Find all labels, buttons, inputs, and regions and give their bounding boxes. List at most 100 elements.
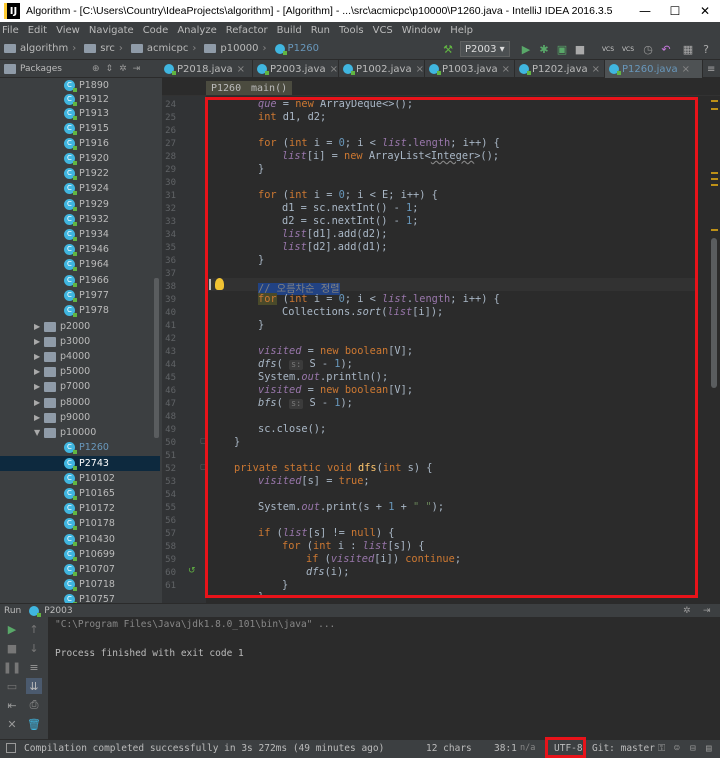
- build-hammer-icon[interactable]: ⚒: [440, 40, 456, 58]
- status-message[interactable]: Compilation completed successfully in 3s…: [24, 743, 384, 754]
- status-git-branch[interactable]: Git: master: [592, 743, 655, 754]
- breadcrumb-acmicpc[interactable]: acmicpc: [130, 43, 188, 54]
- editor-breadcrumb-class[interactable]: P1260: [206, 81, 247, 95]
- tab-p1202[interactable]: P1202.java ×: [515, 60, 605, 78]
- tab-p2018[interactable]: P2018.java ×: [160, 60, 253, 78]
- tree-class-item[interactable]: C P1915: [64, 121, 109, 136]
- run-settings-gear-icon[interactable]: ✲: [683, 606, 691, 616]
- tree-class-item[interactable]: C P1913: [64, 106, 109, 121]
- revert-icon[interactable]: ↶: [658, 40, 674, 58]
- run-config-select[interactable]: P2003 ▾: [460, 41, 510, 57]
- tree-class-item[interactable]: C P10757: [64, 592, 115, 603]
- lock-icon[interactable]: ⚿: [658, 743, 665, 754]
- event-log-icon[interactable]: ⊟: [690, 743, 696, 754]
- tree-package-item[interactable]: ▶ p5000: [34, 364, 90, 379]
- tree-class-item[interactable]: C P10718: [64, 577, 115, 592]
- tree-class-item[interactable]: C P1977: [64, 288, 109, 303]
- console-output[interactable]: [48, 617, 720, 739]
- coverage-icon[interactable]: ▣: [554, 40, 570, 58]
- soft-wrap-icon[interactable]: ≡: [26, 659, 42, 675]
- vcs-update-icon[interactable]: VCS: [598, 40, 618, 58]
- tab-p1003[interactable]: P1003.java ×: [425, 60, 515, 78]
- tool-windows-icon[interactable]: [6, 743, 16, 753]
- breadcrumb-p10000[interactable]: p10000: [204, 43, 259, 54]
- close-tab-icon[interactable]: ×: [502, 64, 510, 75]
- print-icon[interactable]: ⎙: [26, 697, 42, 713]
- tree-package-item[interactable]: ▶ p3000: [34, 334, 90, 349]
- close-tab-icon[interactable]: ×: [330, 64, 338, 75]
- pause-icon[interactable]: ❚❚: [3, 659, 21, 675]
- collapse-arrow-icon[interactable]: ▼: [34, 428, 44, 437]
- minimize-button[interactable]: —: [630, 0, 660, 22]
- scroll-to-end-icon[interactable]: ⇊: [26, 678, 42, 694]
- scroll-down-icon[interactable]: ↓: [26, 640, 42, 656]
- close-button[interactable]: ✕: [690, 0, 720, 22]
- editor-scrollbar[interactable]: [711, 238, 717, 388]
- maximize-button[interactable]: ☐: [660, 0, 690, 22]
- sync-icon[interactable]: ⊕: [92, 64, 100, 74]
- error-stripe-marker[interactable]: [711, 108, 718, 110]
- hide-icon[interactable]: ⇥: [133, 64, 141, 74]
- tree-package-item[interactable]: ▼ p10000: [34, 425, 96, 440]
- tree-class-item-current[interactable]: C P1260: [64, 440, 109, 455]
- error-stripe-marker[interactable]: [711, 178, 718, 180]
- project-scrollbar[interactable]: [154, 278, 159, 438]
- menu-file[interactable]: File: [2, 25, 19, 36]
- tab-p1260[interactable]: P1260.java ×: [605, 60, 703, 78]
- menu-analyze[interactable]: Analyze: [177, 25, 216, 36]
- run-hide-icon[interactable]: ⇥: [703, 606, 711, 616]
- close-run-icon[interactable]: ✕: [4, 716, 20, 732]
- expand-arrow-icon[interactable]: ▶: [34, 382, 44, 391]
- expand-arrow-icon[interactable]: ▶: [34, 337, 44, 346]
- close-tab-icon[interactable]: ×: [416, 64, 424, 75]
- tree-class-item[interactable]: C P1946: [64, 242, 109, 257]
- tree-class-item[interactable]: C P1929: [64, 197, 109, 212]
- history-icon[interactable]: ◷: [640, 40, 656, 58]
- menu-refactor[interactable]: Refactor: [226, 25, 268, 36]
- tree-package-item[interactable]: ▶ p2000: [34, 319, 90, 334]
- tree-package-item[interactable]: ▶ p8000: [34, 395, 90, 410]
- tree-class-item[interactable]: C P1932: [64, 212, 109, 227]
- menu-navigate[interactable]: Navigate: [89, 25, 134, 36]
- stop-icon[interactable]: ■: [572, 40, 588, 58]
- tree-package-item[interactable]: ▶ p4000: [34, 349, 90, 364]
- run-panel-config[interactable]: P2003: [44, 606, 72, 616]
- tree-class-item[interactable]: C P10102: [64, 471, 115, 486]
- expand-arrow-icon[interactable]: ▶: [34, 398, 44, 407]
- error-stripe-marker[interactable]: [711, 229, 718, 231]
- menu-vcs[interactable]: VCS: [373, 25, 393, 36]
- editor-breadcrumb-method[interactable]: main(): [246, 81, 293, 95]
- tree-class-item[interactable]: C P10430: [64, 532, 115, 547]
- tree-class-item[interactable]: C P10172: [64, 501, 115, 516]
- scroll-up-icon[interactable]: ↑: [26, 621, 42, 637]
- tree-class-item[interactable]: C P10165: [64, 486, 115, 501]
- expand-arrow-icon[interactable]: ▶: [34, 352, 44, 361]
- expand-arrow-icon[interactable]: ▶: [34, 413, 44, 422]
- tree-package-item[interactable]: ▶ p9000: [34, 410, 90, 425]
- tabs-overflow-icon[interactable]: ≡: [703, 60, 720, 78]
- menu-view[interactable]: View: [56, 25, 80, 36]
- close-tab-icon[interactable]: ×: [592, 64, 600, 75]
- tree-class-item[interactable]: C P1964: [64, 257, 109, 272]
- tree-class-item[interactable]: C P10707: [64, 562, 115, 577]
- tab-p2003[interactable]: P2003.java ×: [253, 60, 339, 78]
- run-icon[interactable]: ▶: [518, 40, 534, 58]
- tree-class-item[interactable]: C P1966: [64, 273, 109, 288]
- tree-class-item-selected[interactable]: C P2743: [64, 456, 109, 471]
- tree-class-item[interactable]: C P1916: [64, 136, 109, 151]
- vcs-commit-icon[interactable]: VCS: [618, 40, 638, 58]
- error-stripe-marker[interactable]: [711, 172, 718, 174]
- menu-edit[interactable]: Edit: [28, 25, 47, 36]
- memory-icon[interactable]: ▤: [706, 743, 712, 754]
- tree-class-item[interactable]: C P10699: [64, 547, 115, 562]
- tree-class-item[interactable]: C P1912: [64, 92, 109, 107]
- tree-class-item[interactable]: C P1978: [64, 303, 109, 318]
- dump-threads-icon[interactable]: ▭: [4, 678, 20, 694]
- status-line-separator[interactable]: n/a: [520, 743, 535, 753]
- breadcrumb-src[interactable]: src: [84, 43, 115, 54]
- stop-run-icon[interactable]: ■: [4, 640, 20, 656]
- project-structure-icon[interactable]: ▦: [680, 40, 696, 58]
- tree-class-item[interactable]: C P10178: [64, 516, 115, 531]
- exit-icon[interactable]: ⇤: [4, 697, 20, 713]
- inspector-icon[interactable]: ☺: [674, 743, 680, 754]
